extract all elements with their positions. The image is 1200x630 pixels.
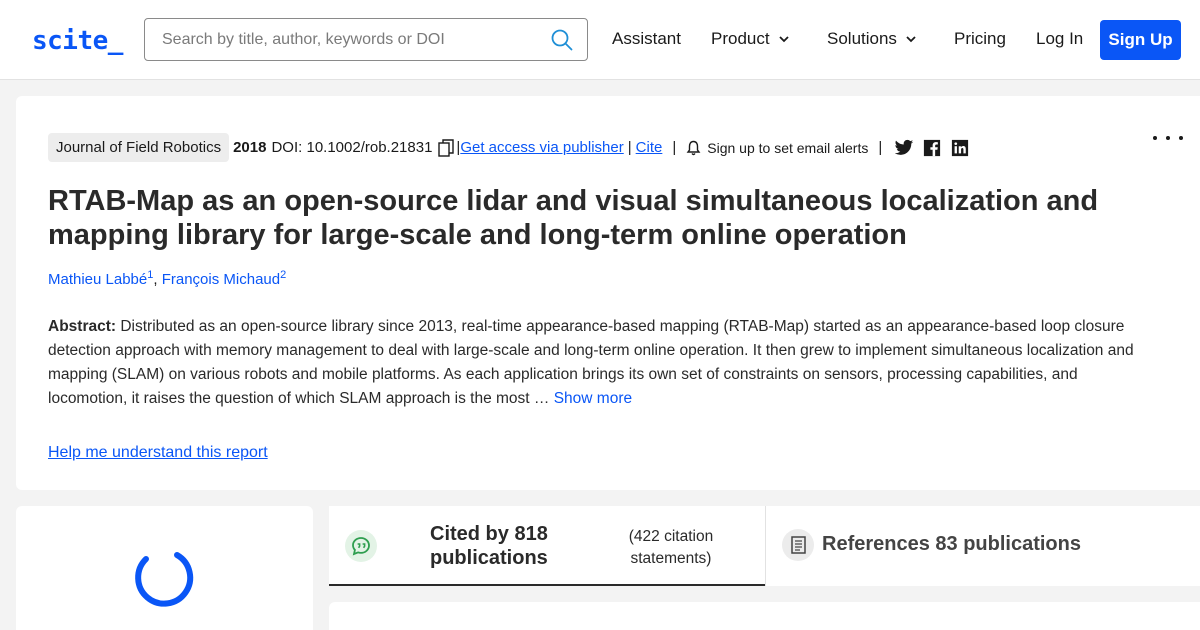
publication-year: 2018 [233,139,267,156]
cite-link[interactable]: Cite [636,139,663,156]
citation-list-panel [329,602,1200,630]
search-icon[interactable] [551,29,573,51]
top-navigation-bar: scite_ Assistant Product Solutions Prici… [0,0,1200,80]
citation-tabs: Cited by 818 publications (422 citation … [329,506,1200,586]
author-affiliation: 2 [280,269,287,281]
author-link[interactable]: François Michaud [162,271,280,288]
email-alert-link[interactable]: Sign up to set email alerts [707,140,868,156]
nav-product-label: Product [711,29,770,48]
cited-by-count: Cited by 818 publications [430,523,548,569]
citation-statements-count: (422 citation statements) [628,528,714,567]
login-link[interactable]: Log In [1036,29,1083,49]
bell-icon[interactable] [686,140,701,156]
nav-solutions[interactable]: Solutions [827,29,917,49]
login-label: Log In [1036,29,1084,48]
separator: | [672,139,677,156]
author-link[interactable]: Mathieu Labbé [48,271,147,288]
tab-references[interactable]: References 83 publications [765,506,1200,586]
nav-assistant-label: Assistant [612,29,681,48]
nav-pricing[interactable]: Pricing [954,29,1006,49]
search-box[interactable] [144,18,588,61]
nav-product[interactable]: Product [711,29,790,49]
chevron-down-icon [778,36,789,43]
linkedin-icon[interactable] [950,139,970,157]
summary-loading-card [16,506,313,630]
show-more-link[interactable]: Show more [554,390,632,407]
loading-spinner-icon [135,552,194,607]
article-title: RTAB-Map as an open-source lidar and vis… [48,185,1099,251]
references-count: References 83 publications [822,533,1081,555]
facebook-icon[interactable] [922,139,942,157]
dot [1153,136,1157,140]
nav-pricing-label: Pricing [954,29,1006,48]
abstract-label: Abstract: [48,318,117,335]
nav-solutions-label: Solutions [827,29,897,48]
chevron-down-icon [906,36,916,43]
tab-cited-by[interactable]: Cited by 818 publications (422 citation … [329,506,765,586]
separator: | [878,139,883,156]
doi-text: DOI: 10.1002/rob.21831 [271,139,433,156]
signup-button[interactable]: Sign Up [1100,20,1181,60]
copy-icon[interactable] [438,138,455,157]
author-list: Mathieu Labbé1, François Michaud2 [48,269,286,288]
author-separator: , [153,271,162,288]
dot [1179,136,1183,140]
speech-bubble-icon [345,530,377,562]
abstract: Abstract: Distributed as an open-source … [48,315,1158,411]
nav-assistant[interactable]: Assistant [612,29,681,49]
get-access-link[interactable]: Get access via publisher [460,139,623,156]
document-icon [782,529,814,561]
article-meta-row: Journal of Field Robotics 2018 DOI: 10.1… [48,132,970,163]
more-options-button[interactable] [1153,132,1183,144]
twitter-icon[interactable] [894,139,914,157]
search-input[interactable] [145,19,535,60]
separator: | [627,139,632,156]
article-card: Journal of Field Robotics 2018 DOI: 10.1… [16,96,1200,490]
dot [1166,136,1170,140]
help-understand-link[interactable]: Help me understand this report [48,444,268,462]
scite-logo[interactable]: scite_ [32,26,123,56]
journal-badge[interactable]: Journal of Field Robotics [48,133,230,162]
